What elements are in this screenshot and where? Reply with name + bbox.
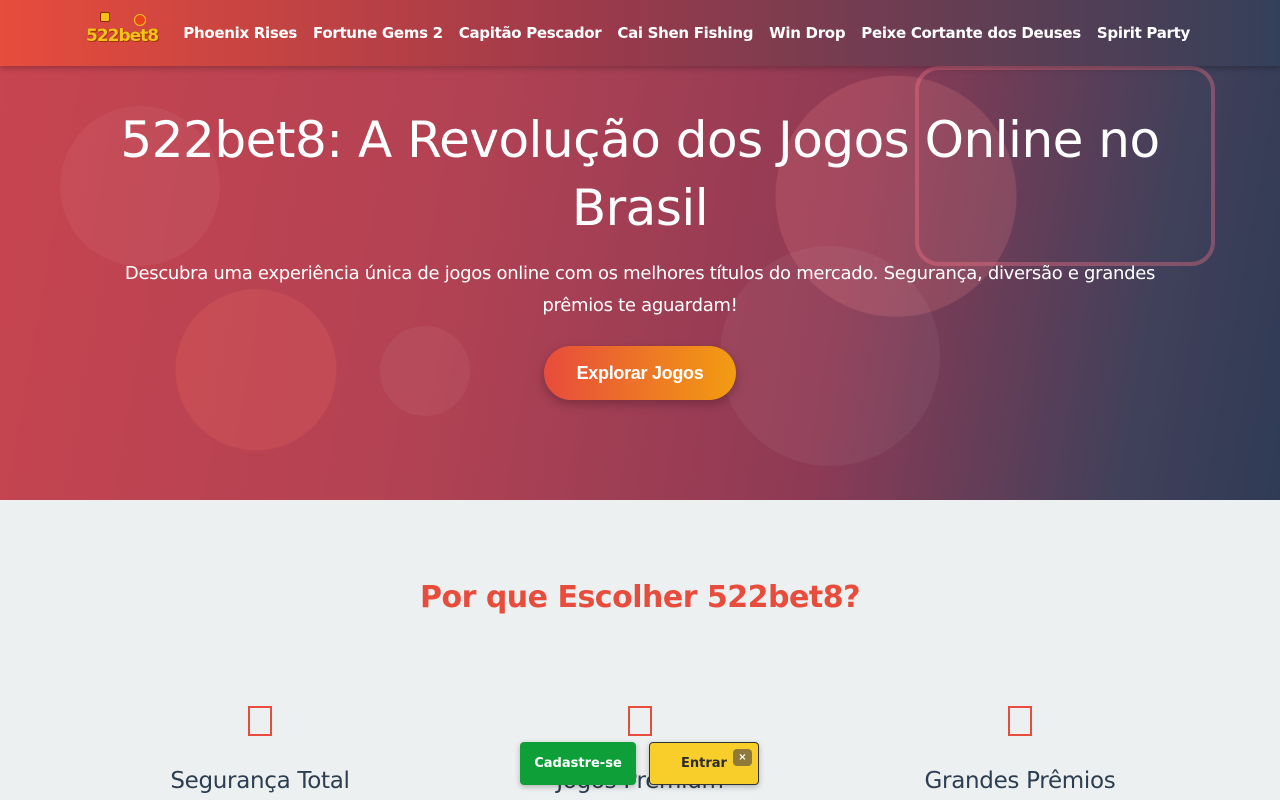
gamepad-icon bbox=[628, 706, 652, 736]
feature-title: Grandes Prêmios bbox=[924, 768, 1116, 794]
nav-link-phoenix-rises[interactable]: Phoenix Rises bbox=[183, 24, 297, 42]
hero-section: 522bet8: A Revolução dos Jogos Online no… bbox=[0, 66, 1280, 500]
nav-link-cai-shen-fishing[interactable]: Cai Shen Fishing bbox=[617, 24, 753, 42]
top-navbar: 522bet8 Phoenix Rises Fortune Gems 2 Cap… bbox=[0, 0, 1280, 66]
logo-text: 522bet8 bbox=[86, 26, 159, 46]
nav-link-win-drop[interactable]: Win Drop bbox=[769, 24, 845, 42]
feature-card-security: Segurança Total bbox=[110, 706, 410, 794]
feature-card-prizes: Grandes Prêmios bbox=[870, 706, 1170, 794]
coin-icon bbox=[134, 14, 146, 26]
site-logo[interactable]: 522bet8 bbox=[86, 12, 159, 54]
close-icon[interactable]: × bbox=[733, 749, 752, 766]
hero-background-shape bbox=[380, 326, 470, 416]
dice-icon bbox=[100, 12, 110, 22]
hero-subtitle: Descubra uma experiência única de jogos … bbox=[124, 263, 1156, 316]
nav-link-capitao-pescador[interactable]: Capitão Pescador bbox=[459, 24, 602, 42]
nav-link-peixe-cortante[interactable]: Peixe Cortante dos Deuses bbox=[861, 24, 1081, 42]
nav-link-fortune-gems-2[interactable]: Fortune Gems 2 bbox=[313, 24, 443, 42]
shield-icon bbox=[248, 706, 272, 736]
hero-title: 522bet8: A Revolução dos Jogos Online no… bbox=[120, 111, 1160, 237]
nav-links: Phoenix Rises Fortune Gems 2 Capitão Pes… bbox=[183, 0, 1190, 66]
explore-games-button[interactable]: Explorar Jogos bbox=[544, 346, 736, 400]
trophy-icon bbox=[1008, 706, 1032, 736]
register-button[interactable]: Cadastre-se bbox=[520, 742, 636, 785]
why-choose-title: Por que Escolher 522bet8? bbox=[420, 580, 861, 615]
feature-title: Segurança Total bbox=[170, 768, 350, 794]
nav-link-spirit-party[interactable]: Spirit Party bbox=[1097, 24, 1190, 42]
